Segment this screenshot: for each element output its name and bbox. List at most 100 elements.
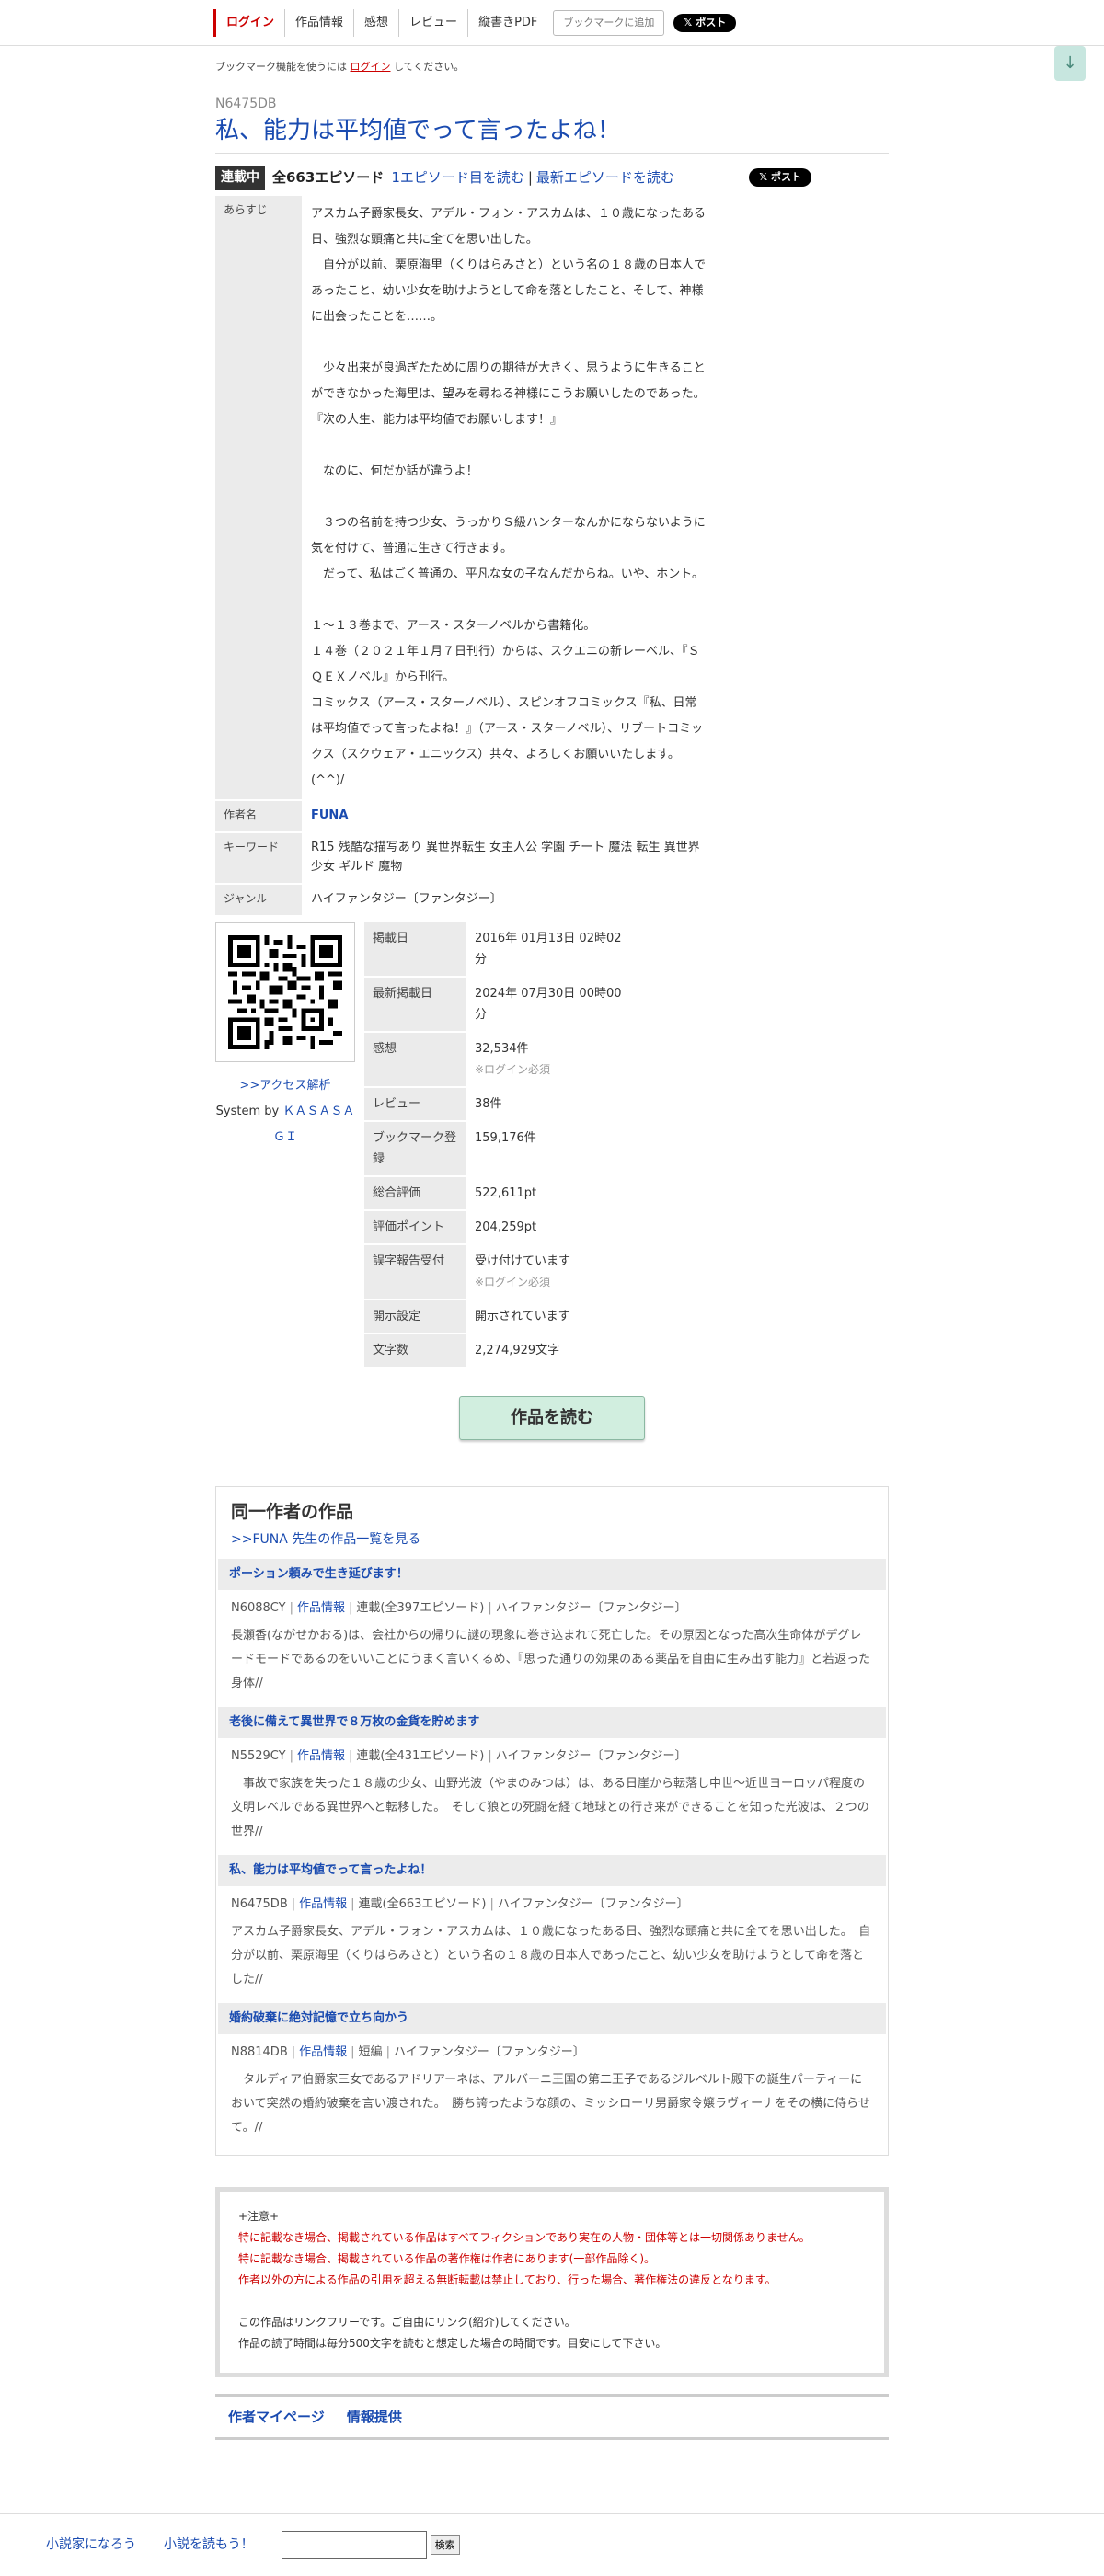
main-content: ブックマーク機能を使うには ログイン してください。 N6475DB 私、能力は…	[215, 59, 889, 2440]
stats-row: 評価ポイント 204,259pt	[364, 1209, 637, 1245]
read-novel-button[interactable]: 作品を読む	[459, 1395, 645, 1440]
stats-table: 掲載日 2016年 01月13日 02時02分 最新掲載日 2024年 07月30日 …	[364, 922, 637, 1368]
stats-row: 掲載日 2016年 01月13日 02時02分	[364, 922, 637, 978]
add-bookmark-button[interactable]: ブックマークに追加	[553, 10, 665, 36]
work-info-link[interactable]: 作品情報	[297, 1601, 345, 1615]
work-info-link[interactable]: 作品情報	[299, 2045, 347, 2059]
system-by-label: System by	[215, 1104, 280, 1118]
notice-gray-2: 作品の読了時間は毎分500文字を読むと想定した場合の時間です。目安にして下さい。	[238, 2336, 667, 2350]
work-genre: ハイファンタジー〔ファンタジー〕	[495, 1749, 687, 1764]
work-info-link[interactable]: 作品情報	[299, 1897, 347, 1911]
stats-row: 総合評価 522,611pt	[364, 1175, 637, 1211]
work-title-link[interactable]: ポーション頼みで生き延びます！	[218, 1559, 886, 1591]
work-ncode: N6475DB	[231, 1896, 288, 1911]
stats-row: ブックマーク登録 159,176件	[364, 1120, 637, 1177]
work-ncode: N5529CY	[231, 1749, 286, 1764]
work-ncode: N6088CY	[231, 1601, 286, 1616]
work-item: 私、能力は平均値でって言ったよね！ N6475DB | 作品情報 | 連載(全663エピソ…	[218, 1854, 886, 2003]
status-row: 連載中 全663エピソード 1エピソード目を読む | 最新エピソードを読む 𝕏 …	[215, 165, 889, 190]
x-post-button[interactable]: 𝕏 ポスト	[673, 14, 737, 32]
keywords-row: キーワード R15 残酷な描写あり 異世界転生 女主人公 学園 チート 魔法 転…	[215, 832, 717, 885]
footer-search-button[interactable]: 検索	[430, 2535, 460, 2556]
notice-red-2: 特に記載なき場合、掲載されている作品の著作権は作者にあります(一部作品除く)。	[238, 2251, 656, 2265]
stats-label: 文字数	[364, 1333, 466, 1368]
nav-login-link[interactable]: ログイン	[213, 9, 284, 37]
scroll-down-button[interactable]: ↓	[1054, 46, 1086, 81]
footer-search-input[interactable]	[281, 2531, 427, 2559]
stats-row: 文字数 2,274,929文字	[364, 1333, 637, 1368]
yomou-link[interactable]: 小説を読もう！	[164, 2535, 254, 2555]
stats-label: レビュー	[364, 1086, 466, 1122]
synopsis-label: あらすじ	[215, 196, 302, 802]
keywords-value: R15 残酷な描写あり 異世界転生 女主人公 学園 チート 魔法 転生 異世界 …	[302, 832, 717, 885]
work-meta: N6475DB | 作品情報 | 連載(全663エピソード) | ハイファンタジー〔ファンタ…	[231, 1896, 689, 1911]
notice-head: +注意+	[238, 2209, 280, 2223]
novel-code: N6475DB	[215, 96, 277, 111]
access-links: >>アクセス解析 System by ＫＡＳＡＳＡＧＩ	[215, 1073, 355, 1151]
nav-impressions-link[interactable]: 感想	[353, 9, 398, 37]
work-kind: 連載(全431エピソード)	[356, 1749, 485, 1764]
stats-note: ※ログイン必須	[475, 1275, 551, 1288]
nav-review-link[interactable]: レビュー	[398, 9, 467, 37]
status-badge: 連載中	[215, 166, 265, 190]
nav-vertical-pdf-link[interactable]: 縦書きPDF	[467, 9, 547, 37]
stats-label: 最新掲載日	[364, 976, 466, 1033]
notice-gray-1: この作品はリンクフリーです。ご自由にリンク(紹介)してください。	[238, 2315, 576, 2329]
stats-value-cell: 159,176件	[466, 1120, 637, 1177]
stats-value-cell: 2,274,929文字	[466, 1333, 637, 1368]
stats-value: 32,534件	[475, 1041, 529, 1056]
qr-code	[215, 922, 355, 1062]
work-genre: ハイファンタジー〔ファンタジー〕	[393, 2044, 585, 2059]
work-title-link[interactable]: 老後に備えて異世界で８万枚の金貨を貯めます	[218, 1707, 886, 1739]
work-summary: 事故で家族を失った１８歳の少女、山野光波（やまのみつは）は、ある日崖から転落し中…	[231, 1776, 869, 1838]
author-row: 作者名 FUNA	[215, 800, 717, 834]
stats-value: 2016年 01月13日 02時02分	[475, 931, 622, 967]
notice-red-1: 特に記載なき場合、掲載されている作品はすべてフィクションであり実在の人物・団体等…	[238, 2230, 811, 2244]
kasasagi-link[interactable]: ＫＡＳＡＳＡＧＩ	[273, 1105, 354, 1144]
latest-episode-link[interactable]: 最新エピソードを読む	[536, 166, 674, 189]
x-post-button-2[interactable]: 𝕏 ポスト	[749, 168, 811, 188]
stats-label: 開示設定	[364, 1299, 466, 1334]
work-kind: 連載(全663エピソード)	[358, 1896, 487, 1911]
all-works-link[interactable]: >>FUNA 先生の作品一覧を見る	[218, 1529, 886, 1550]
first-episode-link[interactable]: 1エピソード目を読む	[391, 166, 524, 189]
author-label: 作者名	[215, 800, 302, 834]
synopsis-row: あらすじ アスカム子爵家長女、アデル・フォン・アスカムは、１０歳になったある日、…	[215, 196, 717, 802]
naro-link[interactable]: 小説家になろう	[46, 2535, 136, 2555]
stats-value: 開示されています	[475, 1309, 570, 1323]
stats-row: 感想 32,534件 ※ログイン必須	[364, 1031, 637, 1088]
link-separator: |	[527, 169, 533, 187]
novel-info-table: あらすじ アスカム子爵家長女、アデル・フォン・アスカムは、１０歳になったある日、…	[215, 196, 717, 917]
same-author-section: 同一作者の作品 >>FUNA 先生の作品一覧を見る ポーション頼みで生き延びます…	[215, 1485, 889, 2156]
author-link[interactable]: FUNA	[311, 808, 348, 822]
work-meta: N5529CY | 作品情報 | 連載(全431エピソード) | ハイファンタジー〔ファンタ…	[231, 1749, 687, 1764]
arrow-down-icon: ↓	[1063, 52, 1077, 73]
work-ncode: N8814DB	[231, 2044, 288, 2059]
author-footer-links: 作者マイページ 情報提供	[215, 2393, 889, 2440]
login-note-link[interactable]: ログイン	[351, 61, 391, 73]
work-title-link[interactable]: 私、能力は平均値でって言ったよね！	[218, 1854, 886, 1886]
access-analysis-link[interactable]: >>アクセス解析	[239, 1079, 330, 1093]
work-title-link[interactable]: 婚約破棄に絶対記憶で立ち向かう	[218, 2002, 886, 2034]
stats-value-cell: 2024年 07月30日 00時00分	[466, 976, 637, 1033]
nav-work-info-link[interactable]: 作品情報	[284, 9, 353, 37]
stats-value: 159,176件	[475, 1130, 536, 1145]
stats-value: 204,259pt	[475, 1219, 537, 1234]
genre-row: ジャンル ハイファンタジー〔ファンタジー〕	[215, 883, 717, 917]
stats-value-cell: 204,259pt	[466, 1209, 637, 1245]
stats-row: 開示設定 開示されています	[364, 1299, 637, 1334]
qr-code-icon	[228, 934, 342, 1049]
x-logo-icon: 𝕏	[759, 171, 768, 184]
genre-label: ジャンル	[215, 883, 302, 917]
same-author-heading: 同一作者の作品	[231, 1501, 354, 1522]
work-item: 老後に備えて異世界で８万枚の金貨を貯めます N5529CY | 作品情報 | 連載(全43…	[218, 1707, 886, 1855]
stats-value-cell: 2016年 01月13日 02時02分	[466, 922, 637, 978]
info-provide-link[interactable]: 情報提供	[347, 2409, 402, 2425]
stats-label: 感想	[364, 1031, 466, 1088]
works-list: ポーション頼みで生き延びます！ N6088CY | 作品情報 | 連載(全397エピソード…	[218, 1559, 886, 2150]
author-mypage-link[interactable]: 作者マイページ	[228, 2409, 325, 2425]
work-kind: 短編	[358, 2044, 383, 2059]
stats-label: ブックマーク登録	[364, 1120, 466, 1177]
work-info-link[interactable]: 作品情報	[297, 1749, 345, 1763]
work-genre: ハイファンタジー〔ファンタジー〕	[497, 1896, 689, 1911]
